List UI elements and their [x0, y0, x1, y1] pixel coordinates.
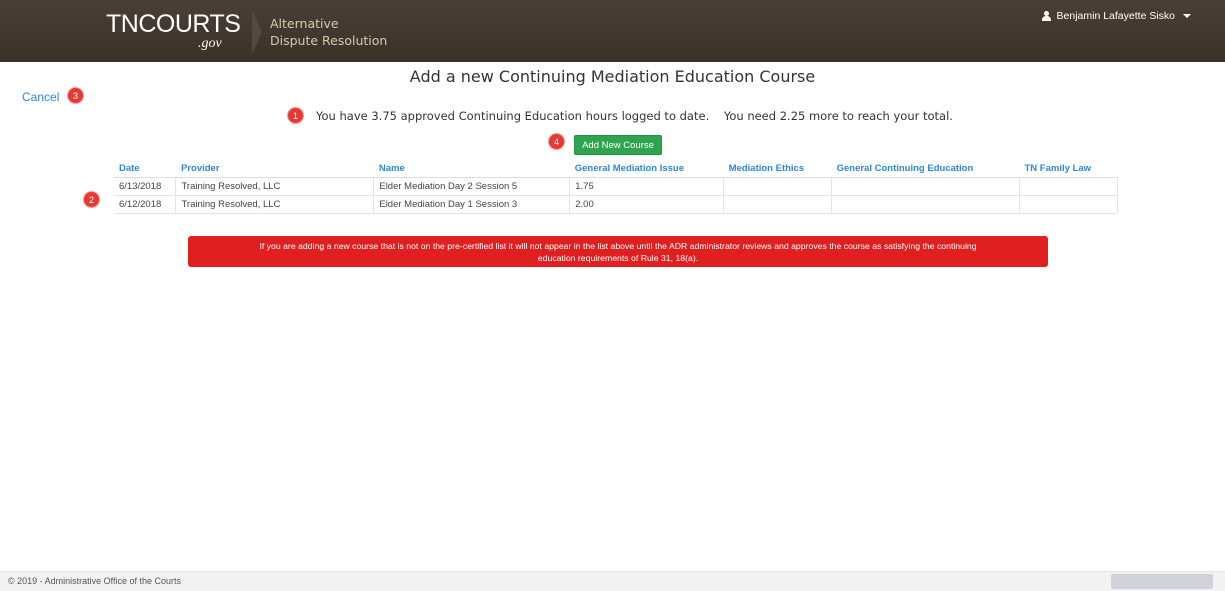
cell-general-mediation-issue: 2.00: [569, 195, 725, 214]
cell-provider: Training Resolved, LLC: [175, 177, 375, 196]
logo-main-text: TNCOURTS: [106, 10, 241, 38]
page-title: Add a new Continuing Mediation Education…: [409, 67, 816, 86]
app-title-line1: Alternative: [270, 16, 339, 31]
table-row: 6/12/2018 Training Resolved, LLC Elder M…: [114, 195, 1119, 214]
table-header-row: Date Provider Name General Mediation Iss…: [114, 160, 1118, 178]
cell-mediation-ethics: [723, 195, 833, 214]
alert-line2: education requirements of Rule 31, 18(a)…: [537, 253, 699, 263]
footer: © 2019 - Administrative Office of the Co…: [0, 571, 1225, 591]
column-header-mediation-ethics[interactable]: Mediation Ethics: [723, 160, 832, 178]
cell-tn-family-law: [1018, 195, 1119, 214]
app-title-line2: Dispute Resolution: [270, 33, 388, 48]
user-name: Benjamin Lafayette Sisko: [1056, 10, 1175, 22]
cell-general-mediation-issue: 1.75: [569, 177, 725, 196]
cell-tn-family-law: [1018, 177, 1119, 196]
column-header-general-continuing-education[interactable]: General Continuing Education: [831, 160, 1020, 178]
tncourts-logo[interactable]: TNCOURTS .gov: [106, 10, 241, 52]
chevron-separator-icon: [252, 10, 262, 54]
column-header-general-mediation-issue[interactable]: General Mediation Issue: [569, 160, 724, 178]
caret-down-icon: [1183, 14, 1191, 18]
course-table: Date Provider Name General Mediation Iss…: [114, 160, 1119, 214]
cancel-link[interactable]: Cancel: [22, 90, 59, 104]
add-new-course-button[interactable]: Add New Course: [574, 135, 662, 155]
app-title[interactable]: Alternative Dispute Resolution: [270, 15, 387, 49]
logo-sub-text: .gov: [198, 36, 222, 51]
cell-name: Elder Mediation Day 1 Session 3: [373, 195, 571, 214]
hours-info-text: You have 3.75 approved Continuing Educat…: [316, 109, 953, 123]
top-navbar: TNCOURTS .gov Alternative Dispute Resolu…: [0, 0, 1225, 62]
footer-copyright: © 2019 - Administrative Office of the Co…: [8, 576, 182, 586]
cell-date: 6/13/2018: [114, 177, 177, 196]
column-header-date[interactable]: Date: [114, 160, 176, 178]
cell-general-continuing-education: [831, 177, 1020, 196]
alert-banner: If you are adding a new course that is n…: [188, 236, 1048, 267]
callout-marker-1: 1: [287, 107, 304, 124]
cell-provider: Training Resolved, LLC: [175, 195, 375, 214]
column-header-name[interactable]: Name: [373, 160, 570, 178]
table-row: 6/13/2018 Training Resolved, LLC Elder M…: [114, 177, 1119, 196]
user-icon: [1041, 11, 1051, 21]
cell-general-continuing-education: [831, 195, 1020, 214]
watermark: [1111, 574, 1213, 589]
callout-marker-3: 3: [67, 87, 84, 104]
cell-date: 6/12/2018: [114, 195, 177, 214]
column-header-tn-family-law[interactable]: TN Family Law: [1019, 160, 1118, 178]
column-header-provider[interactable]: Provider: [175, 160, 374, 178]
callout-marker-2: 2: [83, 191, 100, 208]
user-menu[interactable]: Benjamin Lafayette Sisko: [1041, 10, 1191, 22]
cell-name: Elder Mediation Day 2 Session 5: [373, 177, 571, 196]
cell-mediation-ethics: [723, 177, 833, 196]
alert-line1: If you are adding a new course that is n…: [259, 241, 977, 251]
callout-marker-4: 4: [548, 133, 565, 150]
